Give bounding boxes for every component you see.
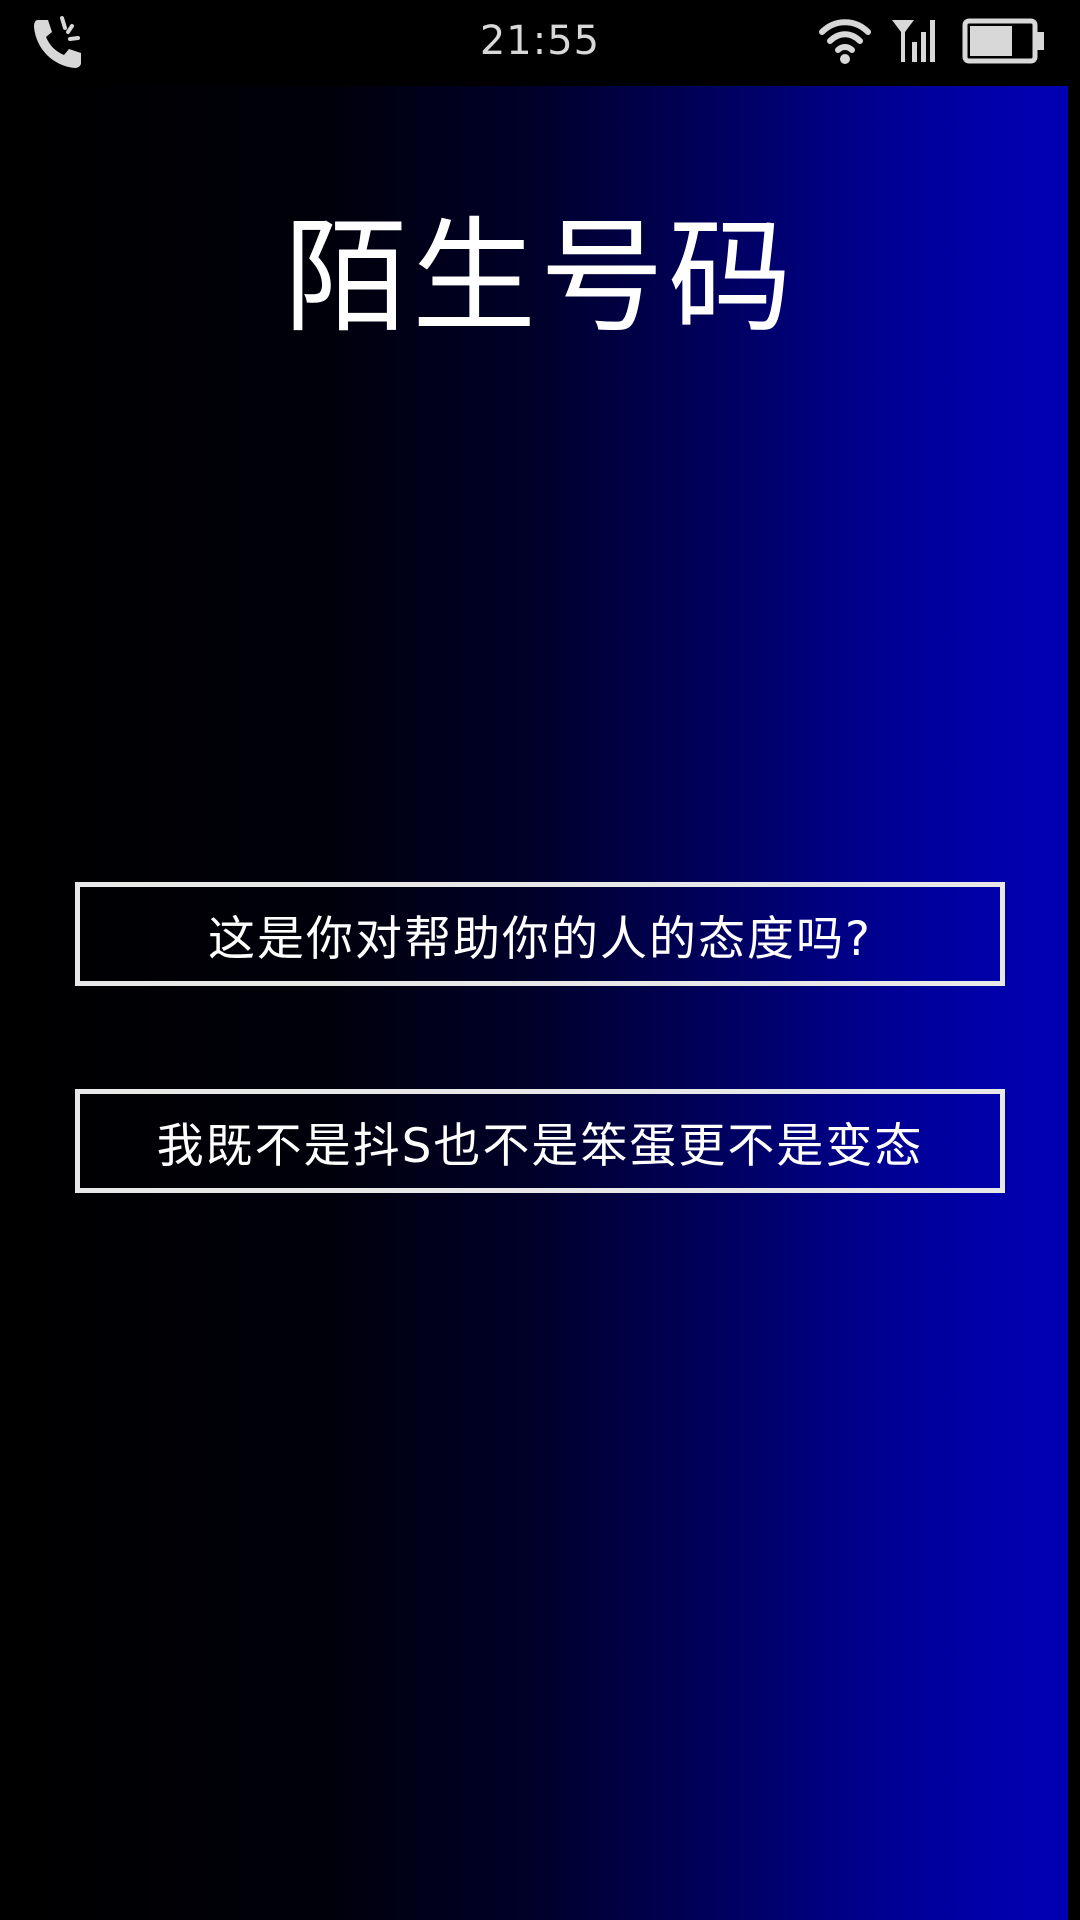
- screen-edge: [1068, 86, 1080, 1920]
- option-label: 我既不是抖S也不是笨蛋更不是变态: [156, 1118, 924, 1174]
- battery-icon: [962, 18, 1044, 64]
- status-bar: 21:55: [0, 0, 1080, 86]
- option-button-2[interactable]: 我既不是抖S也不是笨蛋更不是变态: [75, 1089, 1005, 1193]
- cell-signal-icon: [892, 20, 935, 62]
- screen: 21:55 陌生号码 这是你对帮助你的人的态度吗? 我既不是抖S也不是笨蛋更不是…: [0, 0, 1080, 1920]
- option-label: 这是你对帮助你的人的态度吗?: [208, 911, 872, 967]
- page-title: 陌生号码: [283, 206, 796, 350]
- content-area: [0, 86, 1068, 1920]
- wifi-icon: [819, 19, 871, 64]
- option-button-1[interactable]: 这是你对帮助你的人的态度吗?: [75, 882, 1005, 986]
